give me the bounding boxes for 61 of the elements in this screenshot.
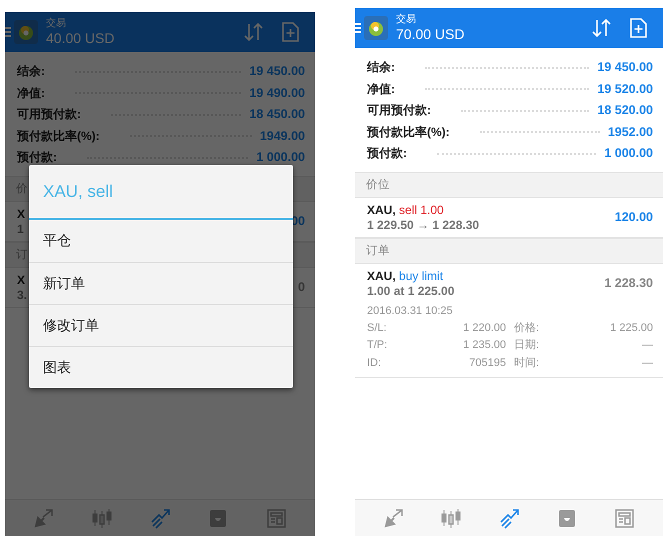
- detail-label: 时间:: [514, 356, 540, 370]
- account-label: 可用预付款:: [17, 106, 81, 123]
- account-label: 结余:: [17, 63, 45, 80]
- account-balance: 40.00 USD: [46, 30, 116, 47]
- screen-title: 交易: [396, 13, 417, 26]
- menu-icon[interactable]: [355, 23, 361, 33]
- detail-value: —: [641, 338, 653, 353]
- app-logo-icon: [14, 20, 38, 44]
- menu-icon[interactable]: [5, 27, 11, 37]
- detail-label: 日期:: [514, 338, 540, 353]
- account-label: 预付款:: [367, 145, 407, 162]
- orders-row[interactable]: XAU, buy limit 1.00 at 1 225.00 1 228.30 2016.03.31 10:25 S/L: 1 220.00 价格: 1 225.00 T/P: 1 235.00 日期: — ID: 705195 时间: —: [355, 264, 663, 378]
- menu-item[interactable]: 修改订单: [29, 304, 293, 346]
- account-value: 19 520.00: [597, 80, 653, 98]
- sort-icon[interactable]: [591, 17, 613, 39]
- detail-value: 1 225.00: [610, 320, 653, 336]
- account-value: 19 450.00: [597, 59, 653, 76]
- account-label: 预付款:: [17, 149, 57, 166]
- detail-value: —: [641, 356, 653, 370]
- account-value: 19 450.00: [249, 63, 305, 80]
- symbol-text: XAU, sell 1.00: [367, 202, 444, 218]
- account-value: 1952.00: [608, 124, 653, 140]
- symbol-text: X: [17, 272, 26, 288]
- account-value: 1949.00: [260, 128, 305, 144]
- account-label: 结余:: [367, 59, 395, 76]
- detail-label: T/P:: [367, 338, 388, 353]
- price-text: 1 229.50 → 1 228.30: [367, 218, 480, 232]
- account-label: 净值:: [17, 84, 45, 102]
- account-value: 18 520.00: [597, 102, 653, 119]
- symbol-text: XAU, buy limit: [367, 268, 444, 284]
- app-logo-icon: [364, 16, 388, 40]
- account-label: 可用预付款:: [367, 102, 431, 119]
- detail-label: ID:: [367, 356, 382, 370]
- sort-icon[interactable]: [243, 21, 265, 43]
- account-balance: 70.00 USD: [396, 26, 466, 43]
- dialog-title: XAU, sell: [43, 182, 113, 202]
- detail-value: 1 220.00: [463, 320, 506, 336]
- symbol-text: X: [17, 206, 26, 222]
- menu-item[interactable]: 新订单: [29, 262, 293, 304]
- screen-title: 交易: [46, 17, 67, 30]
- account-value: 18 450.00: [249, 106, 305, 123]
- menu-item[interactable]: 图表: [29, 346, 293, 388]
- new-document-icon[interactable]: [627, 17, 649, 39]
- account-value: 1 000.00: [256, 149, 305, 166]
- detail-value: 1 235.00: [463, 338, 506, 353]
- account-value: 19 490.00: [249, 84, 305, 102]
- profit-value: 120.00: [614, 210, 653, 224]
- price-text: 1.00 at 1 225.00: [367, 284, 454, 298]
- order-time: 2016.03.31 10:25: [367, 304, 453, 318]
- detail-value: 705195: [468, 356, 506, 370]
- section-title: 价位: [366, 178, 390, 192]
- account-label: 净值:: [367, 80, 395, 98]
- detail-label: 价格:: [514, 320, 540, 336]
- section-title: 订单: [366, 244, 390, 258]
- current-price: 1 228.30: [604, 276, 653, 290]
- account-value: 1 000.00: [604, 145, 653, 162]
- menu-item[interactable]: 平仓: [29, 220, 293, 262]
- detail-label: S/L:: [367, 320, 388, 336]
- account-label: 预付款比率(%):: [17, 128, 100, 144]
- account-label: 预付款比率(%):: [367, 124, 450, 140]
- new-document-icon[interactable]: [279, 21, 301, 43]
